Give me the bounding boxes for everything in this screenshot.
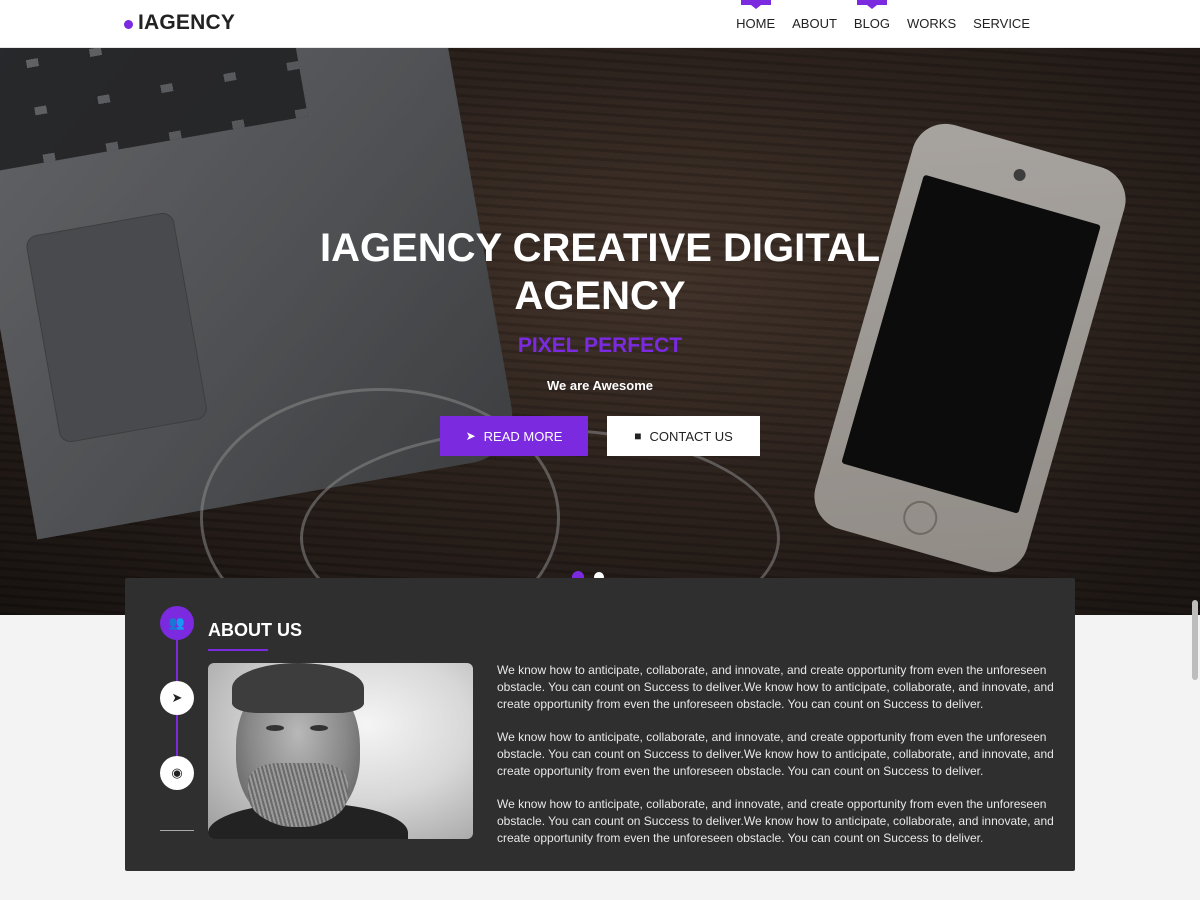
nav-item-blog[interactable]: BLOG bbox=[853, 0, 891, 31]
hero-title: IAGENCY CREATIVE DIGITAL AGENCY bbox=[319, 226, 881, 318]
about-text: We know how to anticipate, collaborate, … bbox=[497, 662, 1057, 863]
nav-item-label: SERVICE bbox=[973, 16, 1030, 31]
rocket-icon[interactable]: ➤ bbox=[160, 681, 194, 715]
briefcase-icon: ■ bbox=[634, 429, 642, 443]
nav-item-service[interactable]: SERVICE bbox=[973, 16, 1030, 31]
contact-us-label: CONTACT US bbox=[649, 428, 733, 444]
hero-overlay bbox=[0, 48, 1200, 615]
nav-item-label: BLOG bbox=[853, 16, 891, 31]
about-paragraph-1: We know how to anticipate, collaborate, … bbox=[497, 663, 1054, 711]
hero-tagline: We are Awesome bbox=[547, 378, 653, 393]
main-nav: HOME ABOUT BLOG WORKS SERVICE bbox=[719, 0, 1030, 31]
logo[interactable]: IAGENCY bbox=[124, 11, 235, 35]
portrait-eye bbox=[310, 725, 328, 731]
hero-slider: IAGENCY CREATIVE DIGITAL AGENCY PIXEL PE… bbox=[0, 48, 1200, 615]
active-marker-icon bbox=[856, 0, 887, 9]
portrait-hair bbox=[232, 663, 364, 713]
page-scrollbar[interactable] bbox=[1192, 600, 1198, 680]
active-marker-icon bbox=[740, 0, 771, 9]
users-icon[interactable]: 👥 bbox=[160, 606, 194, 640]
nav-item-label: ABOUT bbox=[792, 16, 837, 31]
about-title-underline bbox=[208, 649, 268, 651]
read-more-label: READ MORE bbox=[483, 428, 563, 444]
about-title: ABOUT US bbox=[208, 620, 302, 640]
about-paragraph-3: We know how to anticipate, collaborate, … bbox=[497, 797, 1054, 845]
nav-item-works[interactable]: WORKS bbox=[907, 16, 956, 31]
navbar: IAGENCY HOME ABOUT BLOG WORKS SERVICE bbox=[0, 0, 1200, 48]
about-paragraph-2: We know how to anticipate, collaborate, … bbox=[497, 730, 1054, 778]
portrait-beard bbox=[248, 763, 348, 827]
rocket-icon: ➤ bbox=[465, 429, 476, 443]
nav-item-home[interactable]: HOME bbox=[736, 0, 776, 31]
logo-text: IAGENCY bbox=[138, 11, 236, 34]
contact-us-button[interactable]: ■ CONTACT US bbox=[607, 416, 760, 456]
read-more-button[interactable]: ➤ READ MORE bbox=[440, 416, 588, 456]
eye-icon[interactable]: ◉ bbox=[160, 756, 194, 790]
timeline-divider bbox=[160, 830, 194, 831]
logo-dot-icon bbox=[124, 19, 133, 29]
about-section: 👥 ➤ ◉ ABOUT US We know how to anticipate… bbox=[125, 578, 1075, 871]
portrait-eye bbox=[266, 725, 284, 731]
nav-item-label: HOME bbox=[736, 16, 776, 31]
nav-item-label: WORKS bbox=[907, 16, 957, 31]
portrait-image bbox=[208, 663, 473, 839]
hero-subtitle: PIXEL PERFECT bbox=[517, 334, 683, 357]
nav-item-about[interactable]: ABOUT bbox=[792, 16, 837, 31]
